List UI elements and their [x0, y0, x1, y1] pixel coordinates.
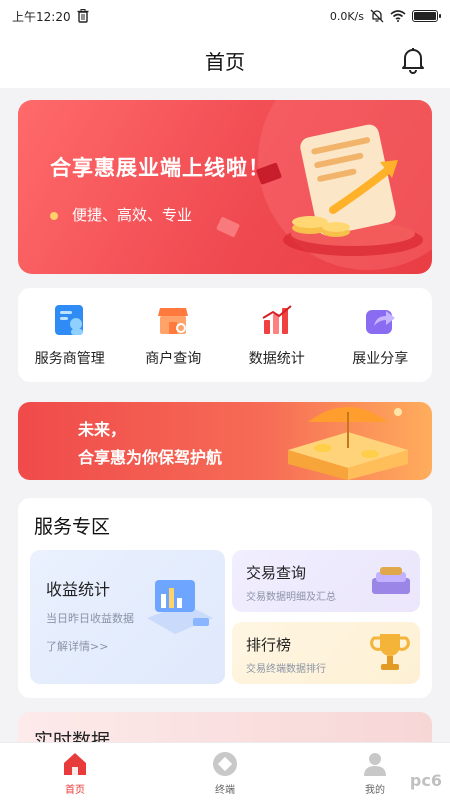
- promo-banner[interactable]: 未来， 合享惠为你保驾护航: [18, 402, 432, 480]
- nav-label: 商户查询: [145, 351, 202, 367]
- nav-shop-search[interactable]: 商户查询: [123, 302, 223, 368]
- page-title: 首页: [205, 49, 245, 74]
- tab-label: 终端: [215, 785, 235, 796]
- tab-terminal[interactable]: 终端: [175, 743, 275, 796]
- banner-bullet: [50, 212, 58, 220]
- terminal-icon: [213, 752, 237, 776]
- tab-label: 我的: [365, 785, 385, 796]
- banner-decoration: [216, 100, 432, 270]
- promo-line-2: 合享惠为你保驾护航: [78, 448, 223, 467]
- promo-decoration: [288, 407, 408, 480]
- ranking-title: 排行榜: [246, 636, 292, 654]
- bell-off-icon: [370, 9, 384, 23]
- share-icon: [366, 310, 396, 334]
- page-header: 首页: [0, 32, 450, 88]
- status-bar: 上午12:20 0.0K/s: [0, 0, 450, 32]
- income-stats-card[interactable]: 收益统计 当日昨日收益数据 了解详情>>: [30, 550, 225, 684]
- wifi-icon: [390, 10, 406, 22]
- trophy-icon: [370, 634, 410, 670]
- bell-icon[interactable]: [400, 46, 426, 74]
- tab-bar: 首页 终端 我的: [0, 742, 450, 800]
- status-time: 上午12:20: [12, 9, 71, 24]
- trash-icon: [77, 9, 89, 23]
- transaction-subtitle: 交易数据明细及汇总: [246, 592, 336, 603]
- nav-data-stats[interactable]: 数据统计: [227, 302, 327, 368]
- service-zone-title: 服务专区: [34, 516, 111, 538]
- launch-banner[interactable]: 合享惠展业端上线啦！ 便捷、高效、专业: [18, 100, 432, 274]
- ranking-subtitle: 交易终端数据排行: [246, 664, 326, 675]
- monitor-chart-icon: [147, 580, 213, 634]
- transaction-query-card[interactable]: 交易查询 交易数据明细及汇总: [232, 550, 420, 612]
- user-icon: [364, 753, 386, 776]
- nav-label: 数据统计: [248, 351, 305, 367]
- nav-share[interactable]: 展业分享: [330, 302, 430, 368]
- income-detail-link[interactable]: 了解详情>>: [46, 638, 108, 654]
- tab-label: 首页: [65, 785, 85, 796]
- banner-tagline: 便捷、高效、专业: [72, 206, 193, 224]
- income-subtitle: 当日昨日收益数据: [46, 612, 134, 625]
- service-zone: 服务专区 收益统计 当日昨日收益数据 了解详情>> 交易查询 交易数据明细及汇总…: [18, 498, 432, 698]
- card-stack-icon: [372, 567, 410, 594]
- banner-headline: 合享惠展业端上线啦！: [50, 156, 270, 180]
- tab-home[interactable]: 首页: [25, 743, 125, 796]
- nav-label: 展业分享: [352, 351, 409, 367]
- battery-icon: [412, 10, 441, 22]
- income-title: 收益统计: [46, 580, 111, 599]
- service-provider-icon: [54, 305, 83, 335]
- watermark: pc6: [409, 771, 442, 790]
- nav-service-provider[interactable]: 服务商管理: [20, 302, 120, 368]
- home-icon: [64, 753, 86, 775]
- net-speed: 0.0K/s: [329, 9, 364, 23]
- ranking-card[interactable]: 排行榜 交易终端数据排行: [232, 622, 420, 684]
- chart-icon: [262, 305, 292, 334]
- quick-nav: 服务商管理 商户查询 数据统计 展业分享: [18, 288, 432, 382]
- promo-line-1: 未来，: [78, 420, 127, 439]
- shop-search-icon: [158, 308, 189, 334]
- nav-label: 服务商管理: [34, 351, 105, 367]
- transaction-title: 交易查询: [246, 564, 307, 582]
